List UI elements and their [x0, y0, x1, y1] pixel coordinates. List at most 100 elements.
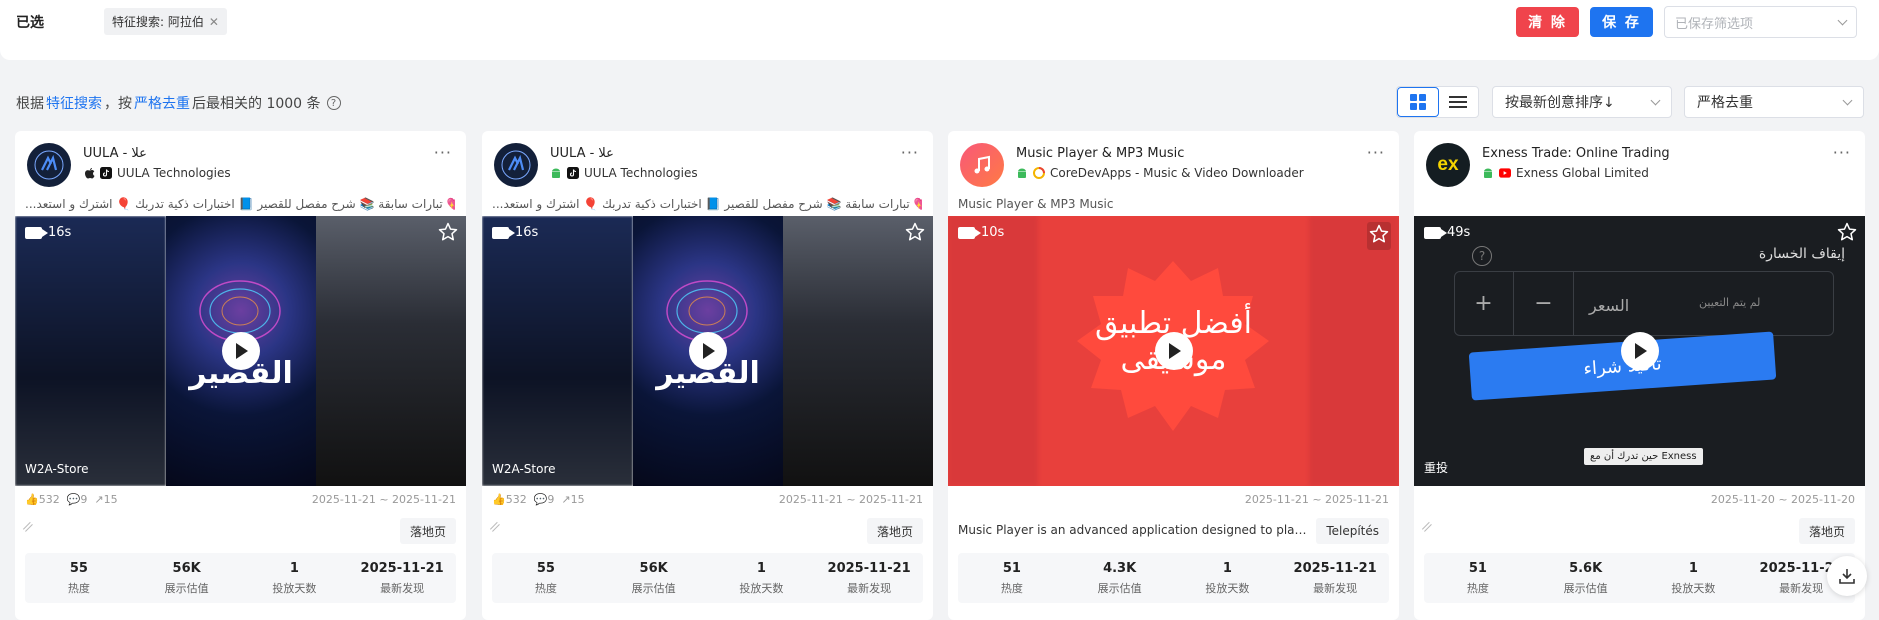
metric: 55 热度 [25, 553, 133, 603]
ad-text: ...تبارات سابقة 📚 شرح مفصل للقصير 📘 اختب… [25, 197, 455, 211]
star-icon[interactable] [1367, 222, 1391, 250]
help-icon[interactable]: ? [326, 96, 341, 110]
developer-name[interactable]: UULA Technologies [117, 166, 231, 180]
more-icon[interactable]: ··· [1833, 143, 1851, 162]
app-name[interactable]: Music Player & MP3 Music [1016, 146, 1184, 161]
android-icon [1016, 167, 1028, 179]
video-camera-icon [25, 226, 48, 239]
app-name[interactable]: UULA - علا [550, 146, 614, 161]
save-button[interactable]: 保 存 [1590, 7, 1653, 37]
metric-label: 投放天数 [739, 581, 784, 595]
more-icon[interactable]: ··· [434, 143, 452, 162]
play-button[interactable] [1620, 332, 1659, 370]
not-set-label: لم يتم التعيين [1699, 296, 1761, 309]
ad-card[interactable]: UULA - علا UULA Technologies ··· ...تبار… [482, 131, 933, 620]
summary-mid: ，按 [104, 96, 132, 112]
ad-description: Music Player is an advanced application … [958, 523, 1308, 537]
dedup-select[interactable]: 严格去重 [1684, 86, 1864, 118]
link-icon [22, 521, 38, 537]
link-icon [1421, 521, 1437, 537]
list-icon [1449, 96, 1468, 108]
date-range: 2025-11-21 ~ 2025-11-21 [1244, 493, 1389, 506]
close-icon[interactable]: ✕ [209, 15, 219, 29]
metric: 1 投放天数 [1640, 553, 1748, 603]
chevron-down-icon [1650, 95, 1661, 105]
developer-name[interactable]: CoreDevApps - Music & Video Downloader [1050, 166, 1304, 180]
date-range: 2025-11-21 ~ 2025-11-21 [778, 493, 923, 506]
summary-suffix: 后最相关的 1000 条 [192, 96, 321, 112]
play-button[interactable] [1154, 332, 1193, 370]
summary-link-dedup[interactable]: 严格去重 [134, 93, 190, 113]
video-preview[interactable]: القصير 16s W2A-Store [15, 216, 466, 486]
ad-card[interactable]: UULA - علا UULA Technologies ··· ...تبار… [15, 131, 466, 620]
android-icon [1482, 167, 1494, 179]
metric-value: 2025-11-21 [827, 560, 911, 576]
thumbs-up-icon: 👍 [492, 493, 506, 506]
metric-value: 1 [289, 560, 299, 576]
share-count: ↗15 [94, 493, 118, 506]
landing-page-button[interactable]: 落地页 [1798, 518, 1855, 544]
caption-tooltip: حين تدرك أن مع Exness [1584, 448, 1703, 465]
download-button[interactable] [1827, 556, 1867, 596]
grid-view-button[interactable] [1397, 87, 1439, 117]
music-note-icon [960, 143, 1004, 187]
metric-label: 最新发现 [1779, 581, 1824, 595]
card-header: ex Exness Trade: Online Trading Exness G… [1426, 143, 1853, 189]
developer-name[interactable]: Exness Global Limited [1516, 166, 1649, 180]
developer-name[interactable]: UULA Technologies [584, 166, 698, 180]
more-icon[interactable]: ··· [1367, 143, 1385, 162]
metric: 2025-11-21 最新发现 [815, 553, 923, 603]
video-preview[interactable]: القصير 16s W2A-Store [482, 216, 933, 486]
metric: 2025-11-21 最新发现 [348, 553, 456, 603]
ad-card[interactable]: Music Player & MP3 Music CoreDevApps - M… [948, 131, 1399, 620]
ad-card[interactable]: ex Exness Trade: Online Trading Exness G… [1414, 131, 1865, 620]
comment-count: 💬9 [66, 493, 88, 506]
list-view-button[interactable] [1439, 87, 1479, 117]
metric-value: 55 [536, 560, 555, 576]
metric-label: 展示估值 [1097, 581, 1142, 595]
summary-link-feature-search[interactable]: 特征搜索 [46, 93, 102, 113]
clear-button[interactable]: 清 除 [1516, 7, 1579, 37]
grid-icon [1409, 94, 1426, 110]
share-count: ↗15 [561, 493, 585, 506]
tiktok-icon [100, 167, 112, 179]
share-icon: ↗ [561, 493, 571, 506]
sort-select[interactable]: 按最新创意排序↓ [1492, 86, 1672, 118]
developer-row: Exness Global Limited [1482, 166, 1649, 180]
stop-loss-label: إيقاف الخسارة [1758, 246, 1845, 262]
play-button[interactable] [221, 332, 260, 370]
star-icon[interactable] [438, 222, 458, 246]
developer-row: UULA Technologies [83, 166, 231, 180]
metric: 1 投放天数 [708, 553, 816, 603]
metric-value: 56K [639, 560, 668, 576]
landing-page-button[interactable]: Telepítés [1316, 518, 1389, 544]
duration-label: 16s [48, 225, 72, 240]
saved-filters-select[interactable]: 已保存筛选项 [1664, 6, 1857, 38]
video-preview[interactable]: + − إيقاف الخسارة السعر لم يتم التعيين ت… [1414, 216, 1865, 486]
developer-row: CoreDevApps - Music & Video Downloader [1016, 166, 1304, 180]
more-icon[interactable]: ··· [901, 143, 919, 162]
app-name[interactable]: UULA - علا [83, 146, 147, 161]
google-ads-icon [1033, 167, 1045, 179]
duration-label: 10s [981, 225, 1005, 240]
metric: 4.3K 展示估值 [1066, 553, 1174, 603]
star-icon[interactable] [1837, 222, 1857, 246]
link-row: 落地页 [22, 518, 456, 544]
app-name[interactable]: Exness Trade: Online Trading [1482, 146, 1670, 161]
video-camera-icon [492, 226, 515, 239]
video-preview[interactable]: أفضل تطبيق موسيقى 10s [948, 216, 1399, 486]
star-icon[interactable] [905, 222, 925, 246]
metric-label: 最新发现 [847, 581, 892, 595]
comment-icon: 💬 [533, 493, 548, 506]
filter-chip[interactable]: 特征搜索: 阿拉伯 ✕ [104, 8, 227, 35]
duration-badge: 49s [1424, 225, 1470, 240]
metric-label: 热度 [534, 581, 557, 595]
play-button[interactable] [688, 332, 727, 370]
landing-page-button[interactable]: 落地页 [866, 518, 923, 544]
metric-value: 2025-11-21 [1293, 560, 1377, 576]
date-range: 2025-11-21 ~ 2025-11-21 [311, 493, 456, 506]
stats-row: 2025-11-20 ~ 2025-11-20 [1424, 493, 1855, 509]
landing-page-button[interactable]: 落地页 [399, 518, 456, 544]
comment-icon: 💬 [66, 493, 81, 506]
exness-logo-icon: ex [1426, 143, 1470, 187]
